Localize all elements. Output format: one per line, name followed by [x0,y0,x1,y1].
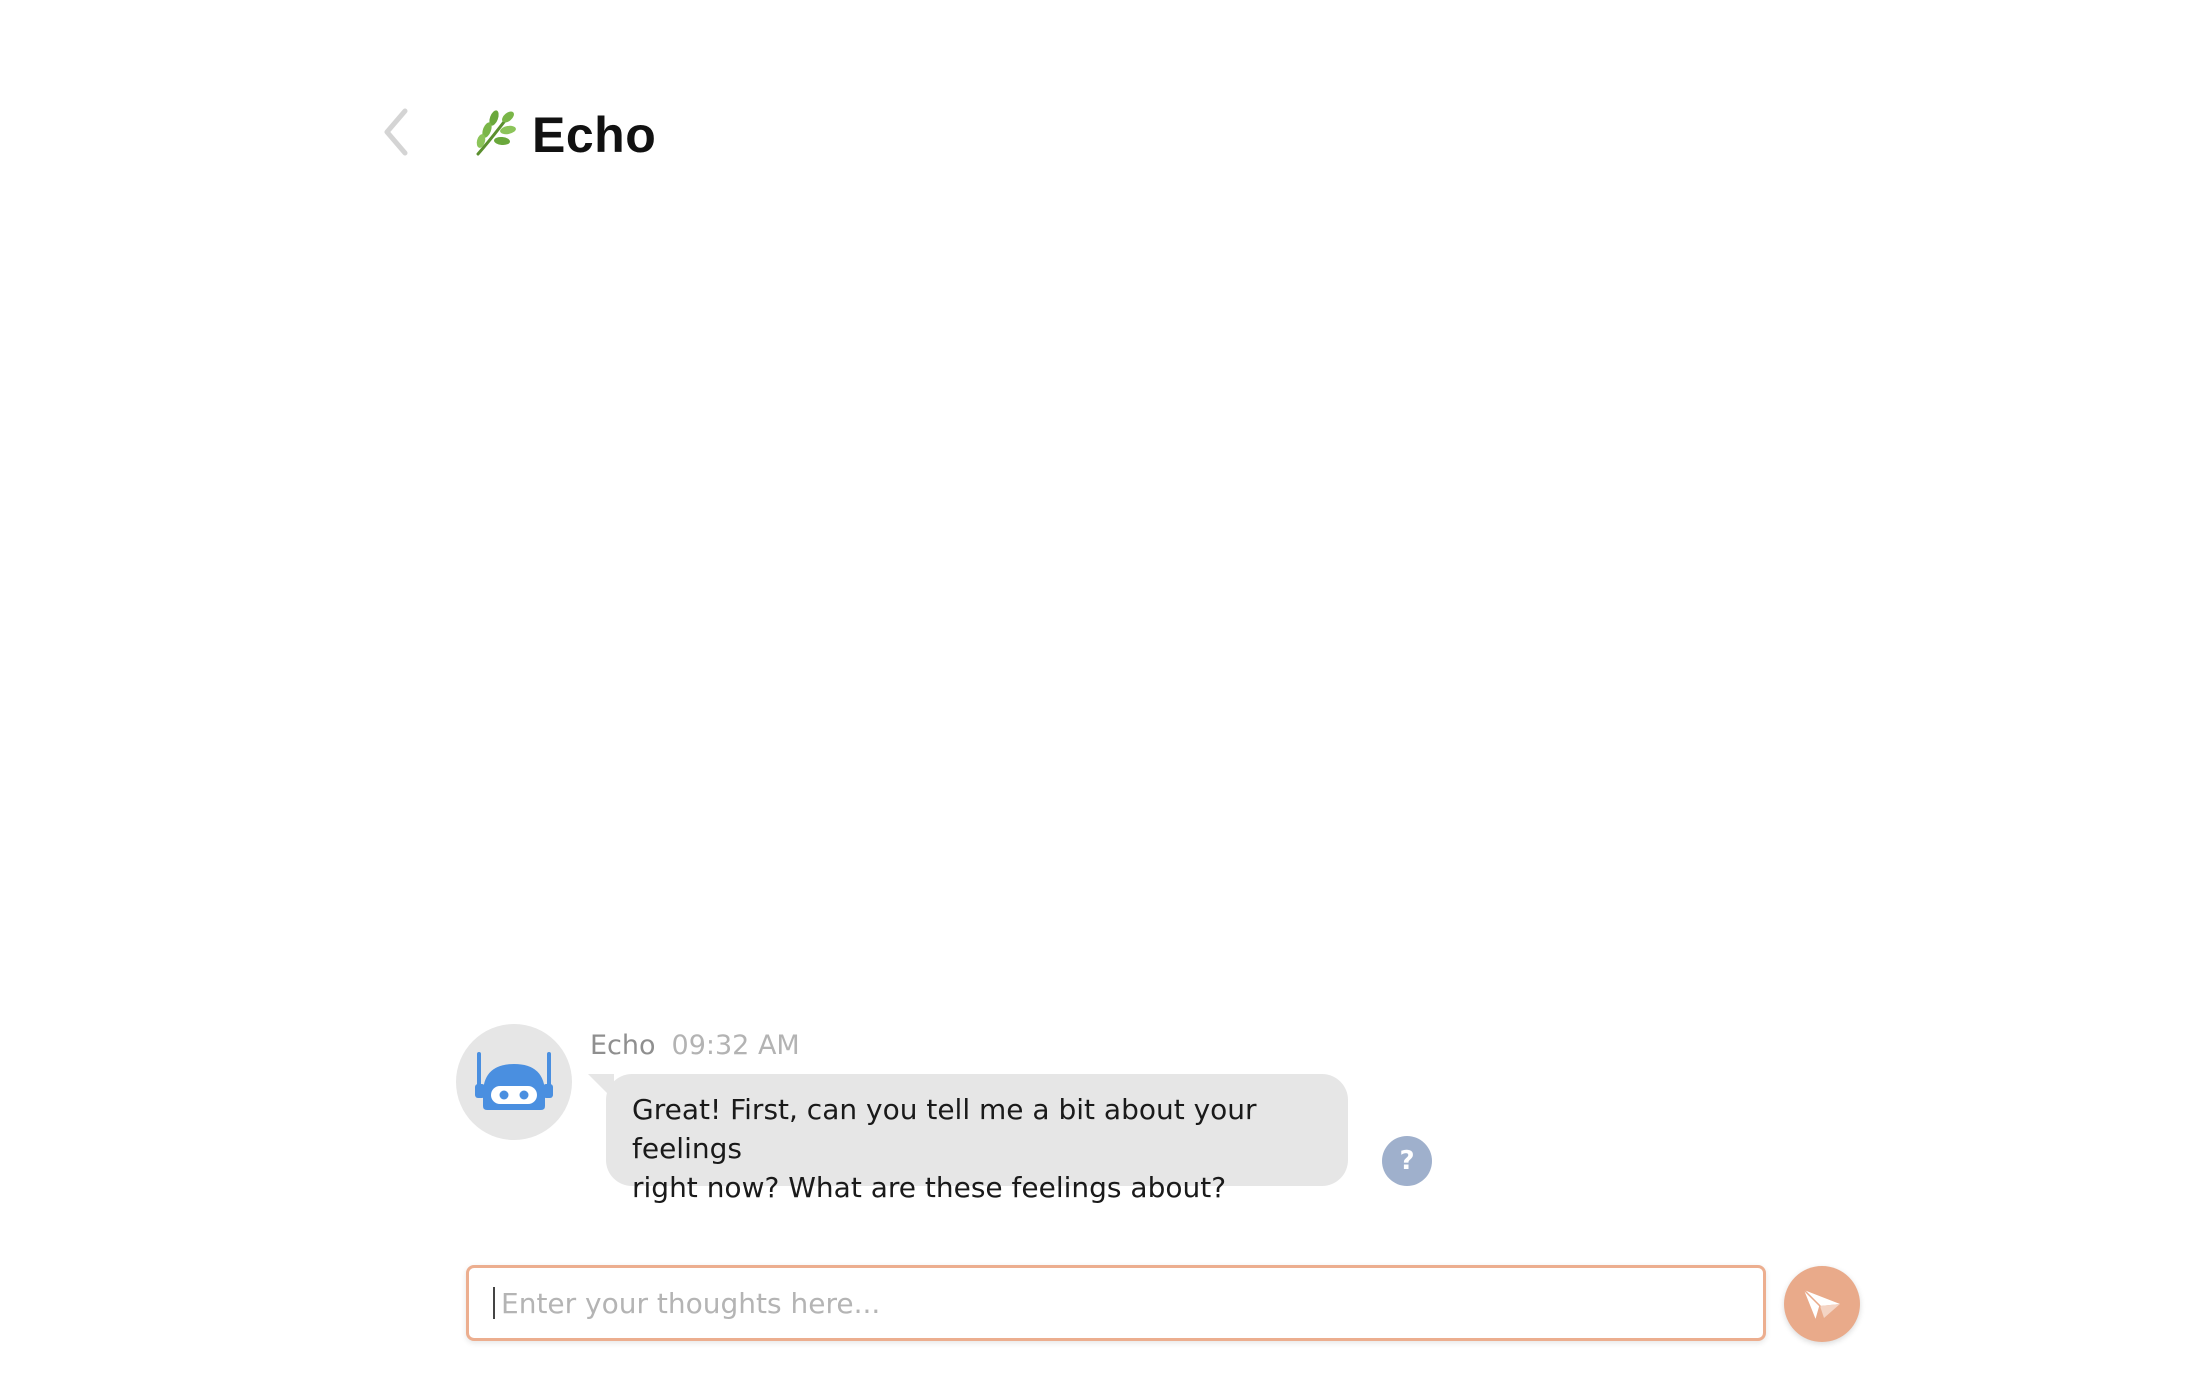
back-button[interactable] [370,102,422,166]
message-text-line: Great! First, can you tell me a bit abou… [632,1093,1257,1165]
chevron-left-icon [381,107,411,162]
avatar [456,1024,572,1140]
help-button[interactable]: ? [1382,1136,1432,1186]
message-input-container[interactable] [466,1265,1766,1341]
send-button[interactable] [1784,1266,1860,1342]
message-timestamp: 09:32 AM [671,1029,800,1061]
page-title: Echo [532,107,657,163]
paper-plane-icon [1802,1282,1842,1327]
message-meta: Echo 09:32 AM [590,1024,800,1066]
message-text-line: right now? What are these feelings about… [632,1171,1227,1204]
page-header: Echo [472,100,656,170]
message-sender: Echo [590,1029,656,1061]
herb-icon [472,108,518,163]
chat-page: Echo Echo 09:32 AM Great! First, can you… [0,0,2208,1380]
message-input[interactable] [501,1286,1701,1320]
message-bubble: Great! First, can you tell me a bit abou… [606,1074,1348,1204]
question-icon: ? [1399,1146,1415,1176]
text-cursor [493,1287,495,1319]
robot-icon [471,1048,557,1117]
